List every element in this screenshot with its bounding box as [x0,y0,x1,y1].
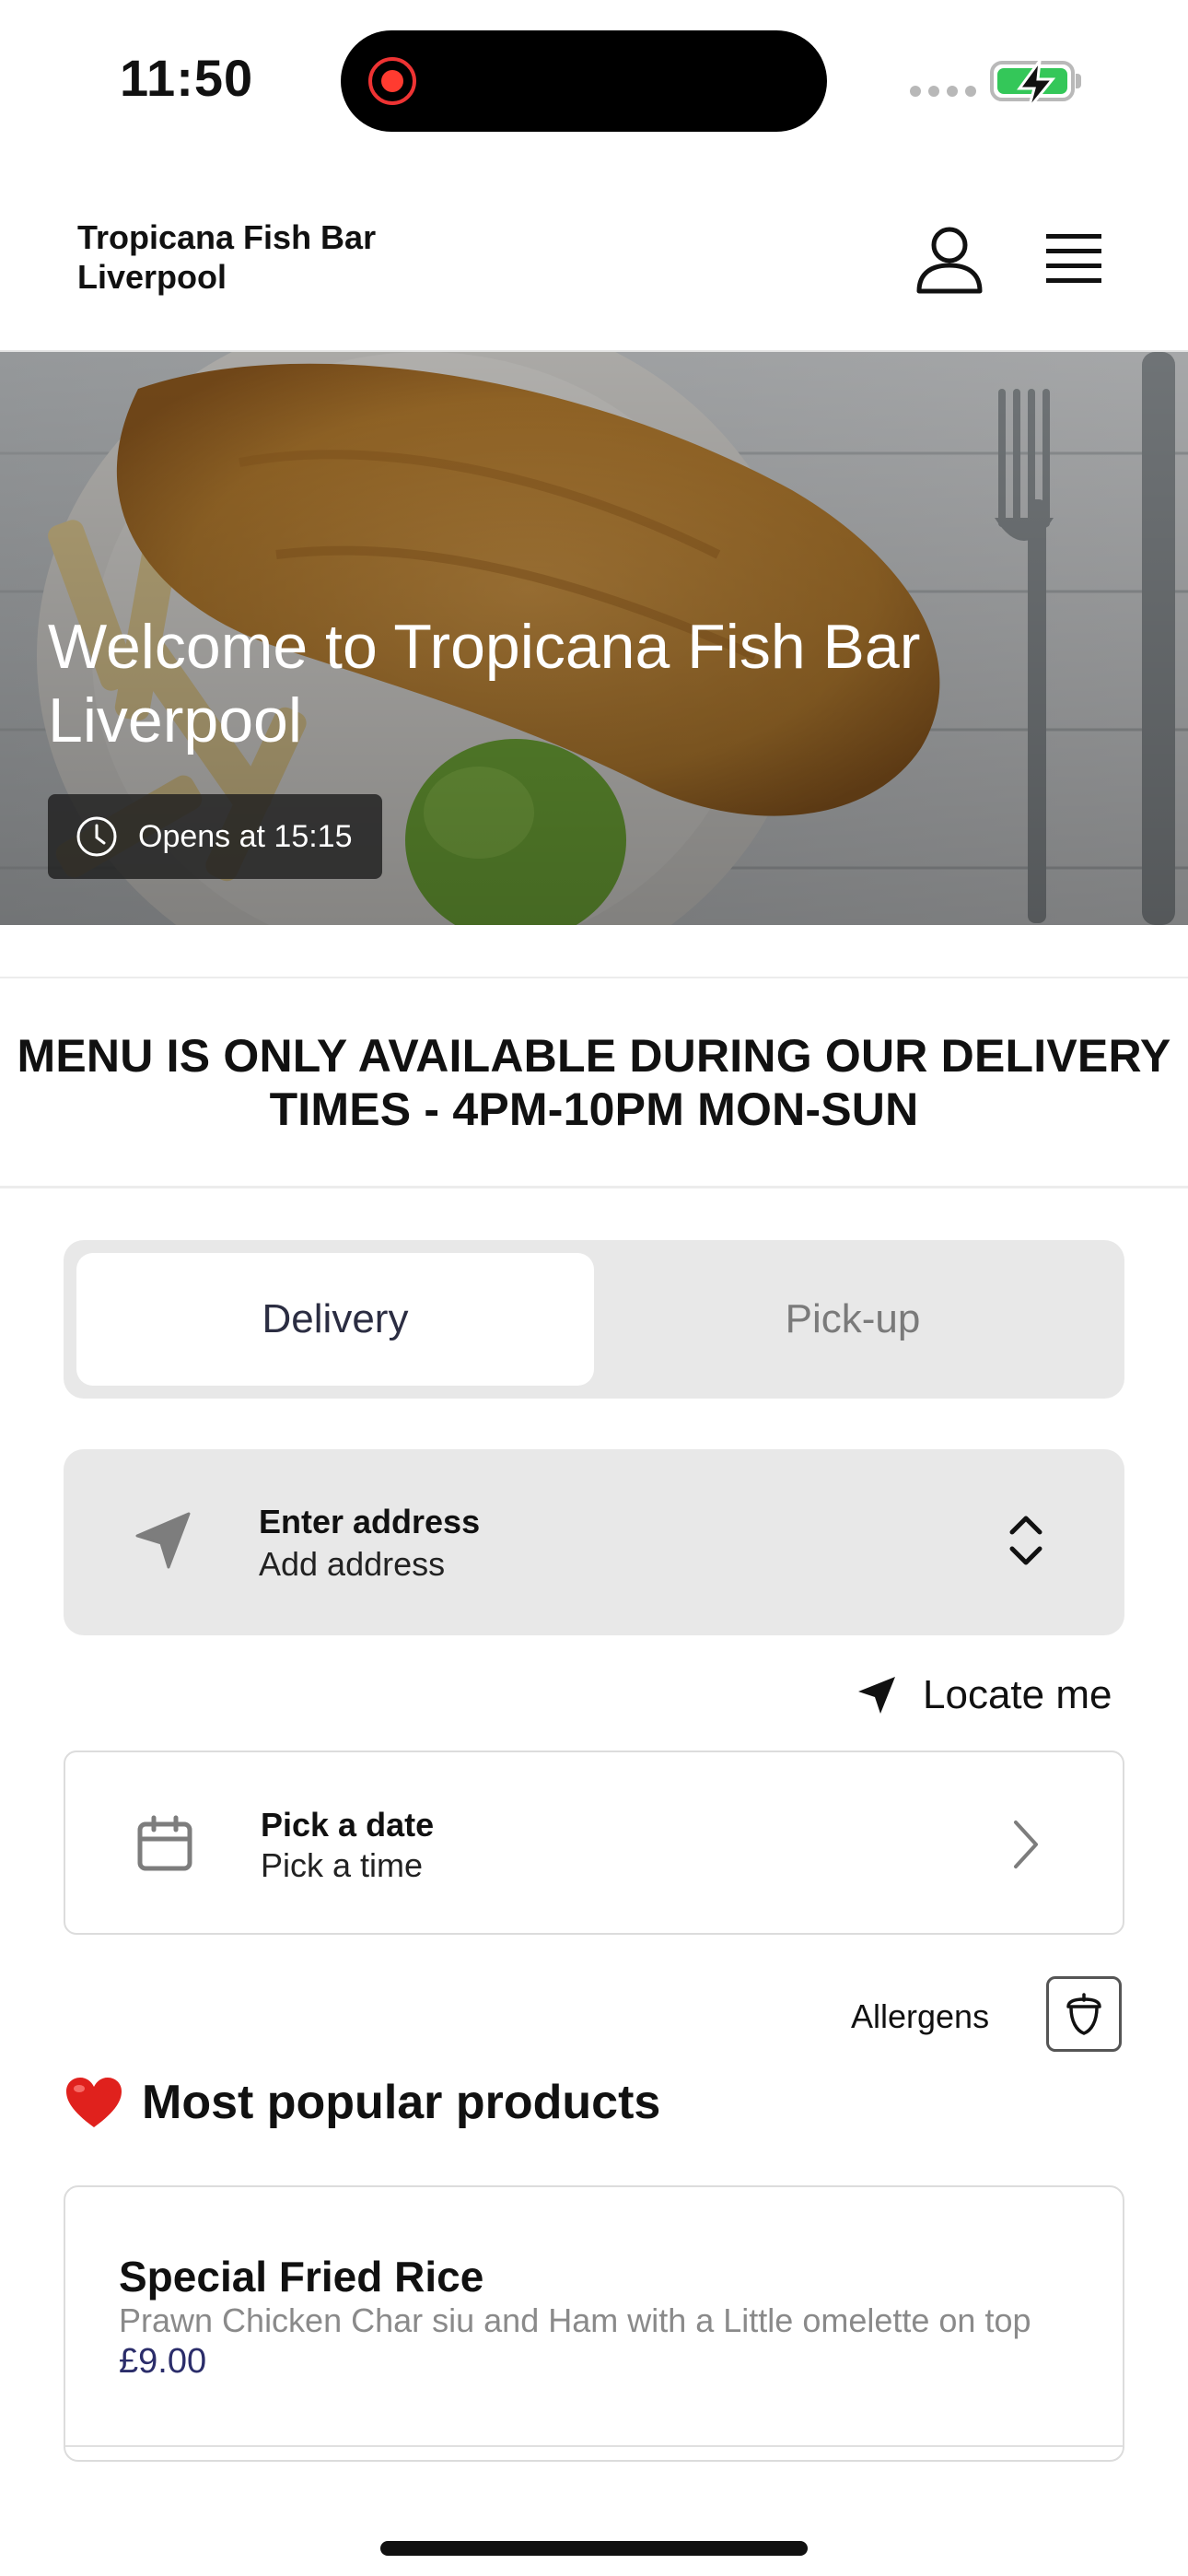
cellular-signal-icon [910,86,976,97]
product-description: Prawn Chicken Char siu and Ham with a Li… [119,2301,1031,2339]
locate-me-label: Locate me [923,1672,1112,1717]
delivery-times-notice: MENU IS ONLY AVAILABLE DURING OUR DELIVE… [0,977,1188,1188]
acorn-icon [1066,1993,1101,2035]
app-header: Tropicana Fish Bar Liverpool [0,157,1188,352]
product-card[interactable]: Special Fried Rice Prawn Chicken Char si… [64,2185,1124,2462]
address-title: Enter address [259,1503,481,1540]
date-title: Pick a date [261,1806,435,1844]
product-price: £9.00 [119,2342,207,2381]
location-arrow-icon [858,1677,895,1714]
calendar-icon [137,1815,192,1871]
notice-text: MENU IS ONLY AVAILABLE DURING OUR DELIVE… [17,1029,1171,1135]
opening-hours-text: Opens at 15:15 [138,818,353,854]
time-subtitle: Pick a time [261,1846,424,1884]
allergens-button[interactable] [1046,1976,1122,2052]
screen-recording-icon [368,57,416,105]
pickup-tab[interactable]: Pick-up [594,1253,1112,1386]
clock-icon [76,816,117,857]
locate-me-button[interactable]: Locate me [855,1662,1112,1728]
status-time: 11:50 [120,49,254,107]
date-time-picker[interactable]: Pick a date Pick a time [64,1751,1124,1935]
hero-banner: Welcome to Tropicana Fish Bar Liverpool … [0,352,1188,925]
popular-heading: Most popular products [64,2075,660,2130]
status-bar: 11:50 [0,0,1188,157]
hamburger-menu-icon [1046,234,1101,283]
battery-charging-icon [990,59,1075,110]
menu-button[interactable] [1039,228,1109,289]
allergens-label: Allergens [851,1997,990,2035]
address-subtitle: Add address [259,1545,446,1583]
battery-cap [1076,74,1081,88]
address-selector[interactable]: Enter address Add address [64,1449,1124,1635]
opening-hours-badge: Opens at 15:15 [48,794,382,879]
delivery-tab[interactable]: Delivery [76,1253,594,1386]
popular-title: Most popular products [142,2076,661,2129]
chevron-up-down-icon [1009,1516,1042,1565]
user-icon [916,227,983,294]
card-divider [65,2445,1123,2447]
chevron-right-icon [1014,1821,1038,1868]
product-name: Special Fried Rice [119,2253,484,2301]
hero-title: Welcome to Tropicana Fish Bar Liverpool [48,612,921,755]
home-indicator[interactable] [380,2541,808,2556]
heart-icon [66,2078,122,2127]
restaurant-name: Tropicana Fish Bar Liverpool [77,218,377,296]
order-mode-toggle: Delivery Pick-up [64,1240,1124,1399]
account-button[interactable] [912,223,987,297]
dynamic-island [341,30,827,132]
navigation-arrow-icon [135,1512,191,1569]
